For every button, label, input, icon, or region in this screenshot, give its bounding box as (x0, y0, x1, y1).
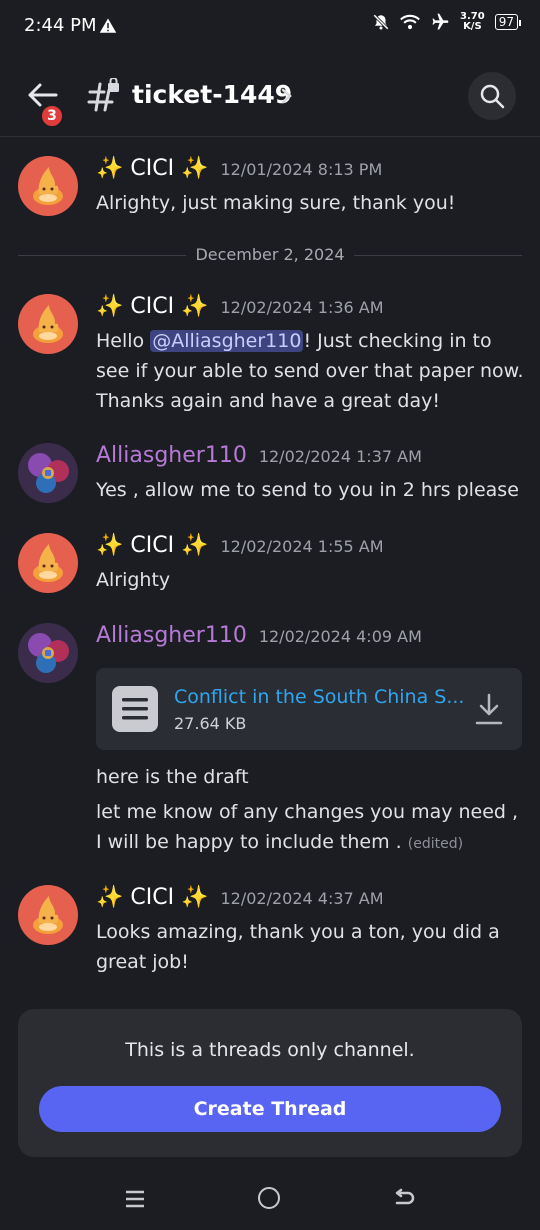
download-icon[interactable] (474, 692, 504, 726)
warning-icon (99, 18, 117, 33)
divider-line (354, 255, 522, 256)
wifi-icon (400, 14, 420, 30)
search-button[interactable] (468, 72, 516, 120)
fire-creature-avatar-icon (33, 544, 63, 582)
avatar[interactable] (18, 443, 78, 503)
message-text: Alrighty (96, 569, 171, 591)
threads-only-text: This is a threads only channel. (125, 1039, 415, 1061)
username[interactable]: ✨ CICI ✨ (96, 156, 208, 181)
message-text: Yes , allow me to send to you in 2 hrs p… (96, 479, 519, 501)
timestamp: 12/02/2024 4:37 AM (220, 889, 384, 908)
search-icon (480, 84, 505, 109)
avatar[interactable] (18, 156, 78, 216)
message-text: Hello @Alliasgher110! Just checking in t… (96, 326, 524, 416)
mute-bell-icon (373, 14, 389, 30)
username[interactable]: ✨ CICI ✨ (96, 294, 208, 319)
chevron-right-icon[interactable] (280, 88, 294, 104)
fire-creature-avatar-icon (33, 167, 63, 205)
create-thread-button[interactable]: Create Thread (39, 1086, 501, 1132)
user-mention[interactable]: @Alliasgher110 (150, 330, 304, 352)
avatar[interactable] (18, 294, 78, 354)
unread-badge: 3 (40, 104, 64, 128)
message-text-part: Hello (96, 330, 151, 352)
status-bar: 2:44 PM 3.70 K/S 97 (0, 0, 540, 54)
username[interactable]: Alliasgher110 (96, 623, 247, 648)
network-speed: 3.70 K/S (460, 11, 485, 32)
edited-label: (edited) (407, 836, 464, 852)
message-text: here is the draft (96, 766, 249, 788)
colorful-art-avatar-icon (18, 623, 78, 683)
battery-indicator: 97 (494, 14, 522, 30)
attachment-filename[interactable]: Conflict in the South China S... (174, 686, 464, 708)
home-icon[interactable] (258, 1187, 280, 1209)
message-text: Looks amazing, thank you a ton, you did … (96, 921, 500, 973)
recent-apps-icon[interactable] (124, 1188, 146, 1210)
fire-creature-avatar-icon (33, 305, 63, 343)
colorful-art-avatar-icon (18, 443, 78, 503)
airplane-icon (432, 13, 449, 30)
username[interactable]: ✨ CICI ✨ (96, 885, 208, 910)
document-icon (112, 686, 158, 732)
date-divider: December 2, 2024 (18, 245, 522, 265)
attachment-size: 27.64 KB (174, 714, 247, 733)
timestamp: 12/02/2024 1:36 AM (220, 298, 384, 317)
channel-name[interactable]: ticket-1449 (132, 80, 292, 109)
timestamp: 12/02/2024 4:09 AM (258, 627, 422, 646)
avatar[interactable] (18, 623, 78, 683)
channel-header: 3 ticket-1449 (0, 56, 540, 137)
locked-channel-icon (87, 78, 119, 112)
timestamp: 12/01/2024 8:13 PM (220, 160, 383, 179)
username[interactable]: Alliasgher110 (96, 443, 247, 468)
fire-creature-avatar-icon (33, 896, 63, 934)
status-time: 2:44 PM (24, 15, 97, 36)
username[interactable]: ✨ CICI ✨ (96, 533, 208, 558)
message-text: Alrighty, just making sure, thank you! (96, 192, 456, 214)
file-attachment[interactable]: Conflict in the South China S... 27.64 K… (96, 668, 522, 750)
avatar[interactable] (18, 885, 78, 945)
avatar[interactable] (18, 533, 78, 593)
system-nav-bar (0, 1170, 540, 1230)
timestamp: 12/02/2024 1:55 AM (220, 537, 384, 556)
message-text: let me know of any changes you may need … (96, 797, 522, 859)
timestamp: 12/02/2024 1:37 AM (258, 447, 422, 466)
system-back-icon[interactable] (392, 1187, 416, 1211)
threads-only-notice: This is a threads only channel. Create T… (18, 1009, 522, 1157)
